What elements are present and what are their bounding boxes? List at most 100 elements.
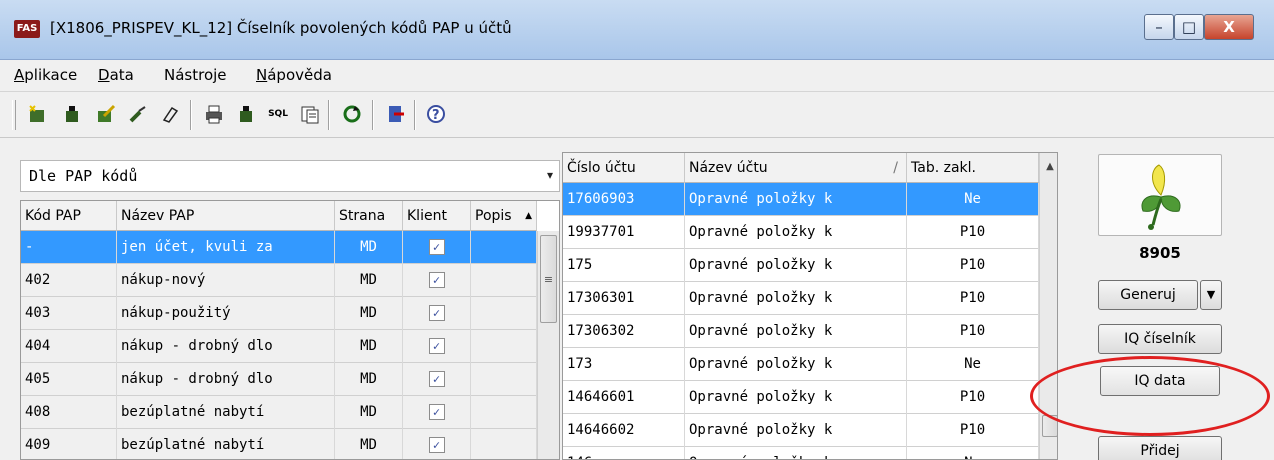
pap-name-cell: jen účet, kvuli za [117,231,335,264]
toolbar: SQL ? [0,92,1274,138]
side-cell: MD [335,330,403,363]
menu-data[interactable]: Data [98,66,134,84]
scroll-up-icon[interactable]: ▲ [1042,161,1057,177]
left-table-scrollbar[interactable]: ≡ [537,231,559,459]
pap-code-table: Kód PAP Název PAP Strana Klient Popis ▲ -… [20,200,560,460]
menu-aplikace[interactable]: Aplikace [14,66,77,84]
column-header-pap-code[interactable]: Kód PAP [21,201,117,231]
description-cell [471,429,537,459]
pap-name-cell: nákup-nový [117,264,335,297]
account-number-cell: 17606903 [563,183,685,216]
table-row[interactable]: 146 Opravné položky k Ne [563,447,1039,459]
client-checkbox[interactable]: ✓ [428,272,445,288]
generate-dropdown-button[interactable]: ▼ [1200,280,1222,310]
pap-code-cell: - [21,231,117,264]
account-name-cell: Opravné položky k [685,216,907,249]
erase-icon[interactable] [158,102,182,126]
print-icon[interactable] [202,102,226,126]
column-header-account-number[interactable]: Číslo účtu [563,153,685,183]
table-row[interactable]: 404 nákup - drobný dlo MD ✓ [21,330,537,363]
client-checkbox[interactable]: ✓ [428,338,445,354]
open-icon[interactable] [60,102,84,126]
table-row[interactable]: - jen účet, kvuli za MD ✓ [21,231,537,264]
highlight-annotation [1030,356,1270,436]
export-icon[interactable] [234,102,258,126]
client-cell: ✓ [403,396,471,429]
edit-icon[interactable] [94,102,118,126]
column-header-pap-name[interactable]: Název PAP [117,201,335,231]
filter-select[interactable]: Dle PAP kódů ▾ [20,160,560,192]
side-cell: MD [335,363,403,396]
sort-ascending-icon: ▲ [525,211,532,221]
add-button[interactable]: Přidej [1098,436,1222,460]
tab-base-cell: Ne [907,447,1039,459]
table-row[interactable]: 175 Opravné položky k P10 [563,249,1039,282]
column-header-description[interactable]: Popis ▲ [471,201,537,231]
app-logo: FAS [14,20,40,38]
pap-code-cell: 405 [21,363,117,396]
client-cell: ✓ [403,231,471,264]
client-checkbox[interactable]: ✓ [428,239,445,255]
table-row[interactable]: 14646601 Opravné položky k P10 [563,381,1039,414]
table-row[interactable]: 402 nákup-nový MD ✓ [21,264,537,297]
account-number-cell: 173 [563,348,685,381]
pap-code-cell: 404 [21,330,117,363]
table-row[interactable]: 17306302 Opravné položky k P10 [563,315,1039,348]
client-checkbox[interactable]: ✓ [428,305,445,321]
window-title: [X1806_PRISPEV_KL_12] Číselník povolenýc… [50,19,512,37]
account-name-cell: Opravné položky k [685,282,907,315]
client-checkbox[interactable]: ✓ [428,437,445,453]
toolbar-grip[interactable] [12,100,16,130]
account-name-cell: Opravné položky k [685,348,907,381]
copy-icon[interactable] [298,102,322,126]
record-count: 8905 [1139,244,1181,262]
new-record-icon[interactable] [26,102,50,126]
account-number-cell: 146 [563,447,685,459]
maximize-button[interactable]: □ [1174,14,1204,40]
help-icon[interactable]: ? [424,102,448,126]
client-cell: ✓ [403,363,471,396]
table-row[interactable]: 409 bezúplatné nabytí MD ✓ [21,429,537,459]
account-name-cell: Opravné položky k [685,315,907,348]
menu-nastroje[interactable]: Nástroje [164,66,227,84]
client-checkbox[interactable]: ✓ [428,371,445,387]
menu-napoveda[interactable]: Nápověda [256,66,332,84]
tab-base-cell: Ne [907,183,1039,216]
table-row[interactable]: 405 nákup - drobný dlo MD ✓ [21,363,537,396]
column-header-client[interactable]: Klient [403,201,471,231]
client-checkbox[interactable]: ✓ [428,404,445,420]
iq-codebook-button[interactable]: IQ číselník [1098,324,1222,354]
pap-name-cell: nákup-použitý [117,297,335,330]
toolbar-separator [328,100,330,130]
account-name-cell: Opravné položky k [685,183,907,216]
column-header-side[interactable]: Strana [335,201,403,231]
column-header-account-name[interactable]: Název účtu / [685,153,907,183]
toolbar-separator [372,100,374,130]
generate-button[interactable]: Generuj [1098,280,1198,310]
column-header-tab-base[interactable]: Tab. zakl. [907,153,1039,183]
refresh-icon[interactable] [340,102,364,126]
description-cell [471,297,537,330]
close-button[interactable]: X [1204,14,1254,40]
table-row[interactable]: 17606903 Opravné položky k Ne [563,183,1039,216]
pap-name-cell: nákup - drobný dlo [117,330,335,363]
table-row[interactable]: 403 nákup-použitý MD ✓ [21,297,537,330]
minimize-button[interactable]: – [1144,14,1174,40]
account-name-cell: Opravné položky k [685,381,907,414]
table-row[interactable]: 408 bezúplatné nabytí MD ✓ [21,396,537,429]
tab-base-cell: P10 [907,282,1039,315]
tab-base-cell: P10 [907,381,1039,414]
pap-code-cell: 409 [21,429,117,459]
table-row[interactable]: 19937701 Opravné položky k P10 [563,216,1039,249]
tools-icon[interactable] [126,102,150,126]
side-cell: MD [335,231,403,264]
tab-base-cell: P10 [907,315,1039,348]
chevron-down-icon[interactable]: ▾ [547,168,553,182]
scrollbar-thumb[interactable]: ≡ [540,235,557,323]
sql-icon[interactable]: SQL [266,102,290,126]
exit-icon[interactable] [384,102,408,126]
table-row[interactable]: 17306301 Opravné položky k P10 [563,282,1039,315]
table-row[interactable]: 14646602 Opravné položky k P10 [563,414,1039,447]
table-row[interactable]: 173 Opravné položky k Ne [563,348,1039,381]
description-cell [471,363,537,396]
